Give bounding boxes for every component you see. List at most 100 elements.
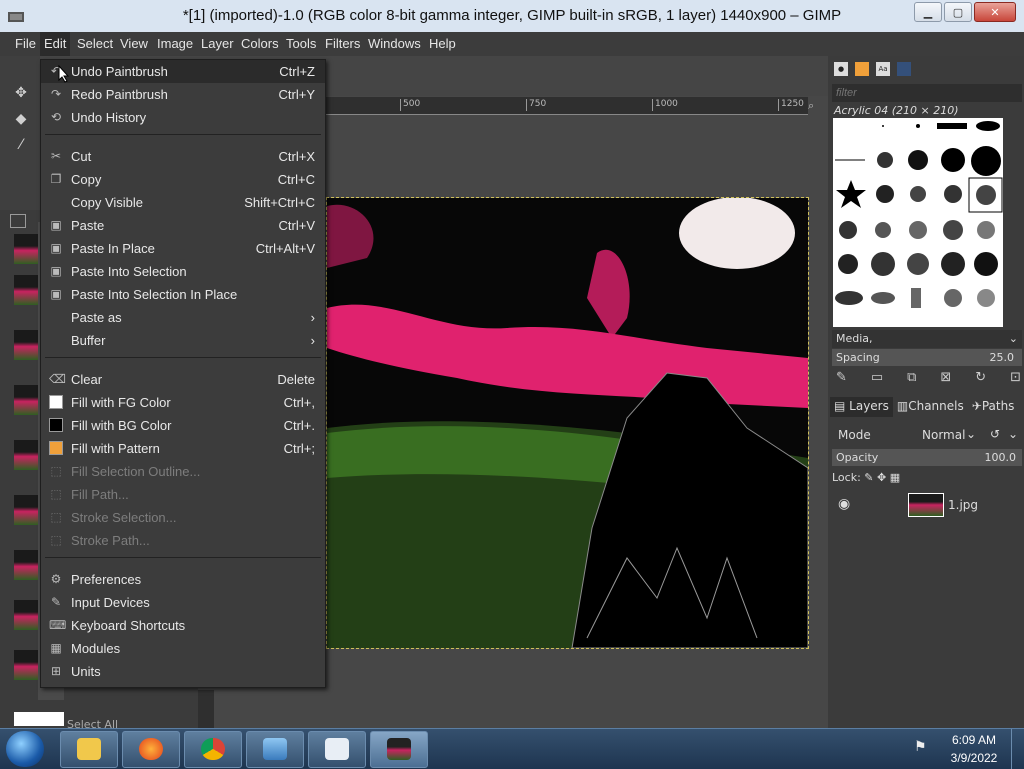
menu-item-fill-pattern[interactable]: Fill with Pattern Ctrl+;: [41, 437, 325, 460]
submenu-arrow-icon: ›: [310, 310, 315, 325]
stroke-selection-icon: ⬚: [50, 510, 62, 524]
brushes-tab-icon[interactable]: ●: [834, 62, 848, 76]
spacing-value: 25.0: [989, 351, 1015, 364]
eye-icon[interactable]: ◉: [838, 496, 850, 512]
menu-item-preferences[interactable]: ⚙ Preferences: [41, 568, 325, 591]
close-button[interactable]: ✕: [974, 2, 1016, 22]
gradients-tab-icon[interactable]: [897, 62, 911, 76]
menu-item-redo[interactable]: ↷ Redo Paintbrush Ctrl+Y: [41, 83, 325, 106]
undo-blank-item[interactable]: [14, 712, 64, 726]
redo-icon: ↷: [50, 87, 62, 101]
menu-item-clear[interactable]: ⌫ Clear Delete: [41, 368, 325, 391]
tab-paths[interactable]: ✈Paths: [968, 397, 1019, 417]
clock-time[interactable]: 6:09 AM: [944, 733, 1004, 747]
brush-tags-field[interactable]: Media, ⌄: [832, 330, 1022, 348]
spacing-slider[interactable]: Spacing 25.0: [832, 349, 1022, 366]
tab-paths-label: Paths: [981, 399, 1015, 413]
menu-help[interactable]: Help: [429, 36, 456, 51]
image-canvas[interactable]: [326, 197, 809, 649]
mode-select[interactable]: Normal: [922, 428, 965, 442]
menu-item-label: Preferences: [71, 572, 142, 587]
menu-item-keyboard-shortcuts[interactable]: ⌨ Keyboard Shortcuts: [41, 614, 325, 637]
undo-thumbnail[interactable]: [14, 550, 38, 580]
undo-thumbnail[interactable]: [14, 600, 38, 630]
edit-brush-icon[interactable]: ✎: [836, 370, 847, 388]
lock-position-icon[interactable]: ✥: [877, 471, 886, 484]
menu-item-paste-as[interactable]: Paste as ›: [41, 306, 325, 329]
brush-filter-input[interactable]: [832, 84, 1022, 102]
menu-item-paste-into-selection[interactable]: ▣ Paste Into Selection: [41, 260, 325, 283]
menu-filters[interactable]: Filters: [325, 36, 360, 51]
menu-item-paste[interactable]: ▣ Paste Ctrl+V: [41, 214, 325, 237]
duplicate-brush-icon[interactable]: ⧉: [907, 370, 916, 388]
menu-item-fill-fg[interactable]: Fill with FG Color Ctrl+,: [41, 391, 325, 414]
menu-item-modules[interactable]: ▦ Modules: [41, 637, 325, 660]
opacity-slider[interactable]: Opacity 100.0: [832, 449, 1022, 466]
color-picker-icon[interactable]: ⁄: [12, 136, 30, 154]
fonts-tab-icon[interactable]: Aa: [876, 62, 890, 76]
patterns-tab-icon[interactable]: [855, 62, 869, 76]
taskbar-file-explorer[interactable]: [60, 731, 118, 768]
menu-select[interactable]: Select: [77, 36, 113, 51]
menu-shortcut: Ctrl+X: [278, 149, 315, 164]
tab-layers[interactable]: ▤ Layers: [830, 397, 893, 417]
menu-tools[interactable]: Tools: [286, 36, 316, 51]
menu-item-units[interactable]: ⊞ Units: [41, 660, 325, 683]
taskbar-notepad[interactable]: [308, 731, 366, 768]
start-button[interactable]: [6, 731, 44, 767]
menu-item-fill-bg[interactable]: Fill with BG Color Ctrl+.: [41, 414, 325, 437]
mode-reset-icon[interactable]: ↺: [990, 427, 1000, 441]
undo-thumbnail[interactable]: [14, 440, 38, 470]
layer-item[interactable]: ◉ 1.jpg: [832, 491, 1022, 519]
paste-icon: ▣: [50, 218, 62, 232]
clock-date[interactable]: 3/9/2022: [944, 751, 1004, 765]
menu-item-paste-into-selection-in-place[interactable]: ▣ Paste Into Selection In Place: [41, 283, 325, 306]
brush-scrollbar[interactable]: [1003, 118, 1023, 327]
layer-name[interactable]: 1.jpg: [948, 498, 978, 512]
title-bar: *[1] (imported)-1.0 (RGB color 8-bit gam…: [0, 0, 1024, 33]
brush-grid[interactable]: [833, 118, 1003, 327]
dock-tab-icon[interactable]: [10, 214, 26, 228]
maximize-button[interactable]: ▢: [944, 2, 972, 22]
new-brush-icon[interactable]: ▭: [871, 370, 883, 388]
menu-item-label: Undo History: [71, 110, 147, 125]
show-desktop-button[interactable]: [1011, 729, 1024, 769]
undo-thumbnail[interactable]: [14, 275, 38, 305]
network-icon[interactable]: ⚑: [914, 739, 927, 755]
menu-image[interactable]: Image: [157, 36, 193, 51]
undo-thumbnail[interactable]: [14, 385, 38, 415]
undo-thumbnail[interactable]: [14, 330, 38, 360]
undo-thumbnail[interactable]: [14, 650, 38, 680]
zoom-search-icon[interactable]: ⌕: [808, 99, 822, 113]
menu-edit[interactable]: Edit: [40, 32, 71, 56]
menu-item-copy-visible[interactable]: Copy Visible Shift+Ctrl+C: [41, 191, 325, 214]
menu-windows[interactable]: Windows: [368, 36, 421, 51]
menu-item-cut[interactable]: ✂ Cut Ctrl+X: [41, 145, 325, 168]
menu-item-buffer[interactable]: Buffer ›: [41, 329, 325, 352]
tab-channels[interactable]: ▥Channels: [893, 397, 968, 417]
menu-colors[interactable]: Colors: [241, 36, 279, 51]
menu-item-paste-in-place[interactable]: ▣ Paste In Place Ctrl+Alt+V: [41, 237, 325, 260]
refresh-brushes-icon[interactable]: ↻: [975, 370, 986, 388]
lock-alpha-icon[interactable]: ▦: [890, 471, 900, 484]
menu-item-input-devices[interactable]: ✎ Input Devices: [41, 591, 325, 614]
delete-brush-icon[interactable]: ⊠: [940, 370, 951, 388]
menu-item-copy[interactable]: ❐ Copy Ctrl+C: [41, 168, 325, 191]
lock-pixels-icon[interactable]: ✎: [864, 471, 873, 484]
menu-item-undo[interactable]: ↶ Undo Paintbrush Ctrl+Z: [41, 60, 325, 83]
menu-view[interactable]: View: [120, 36, 148, 51]
taskbar-firefox[interactable]: [122, 731, 180, 768]
undo-thumbnail[interactable]: [14, 234, 38, 264]
taskbar: ⚑ 6:09 AM 3/9/2022: [0, 728, 1024, 769]
taskbar-photos[interactable]: [246, 731, 304, 768]
taskbar-gimp[interactable]: [370, 731, 428, 768]
bucket-fill-icon[interactable]: ◆: [12, 110, 30, 128]
taskbar-chrome[interactable]: [184, 731, 242, 768]
menu-layer[interactable]: Layer: [201, 36, 234, 51]
open-as-image-icon[interactable]: ⊡: [1010, 370, 1021, 388]
minimize-button[interactable]: ▁: [914, 2, 942, 22]
menu-item-undo-history[interactable]: ⟲ Undo History: [41, 106, 325, 129]
move-tool-icon[interactable]: ✥: [12, 84, 30, 102]
undo-thumbnail[interactable]: [14, 495, 38, 525]
menu-file[interactable]: File: [15, 36, 36, 51]
